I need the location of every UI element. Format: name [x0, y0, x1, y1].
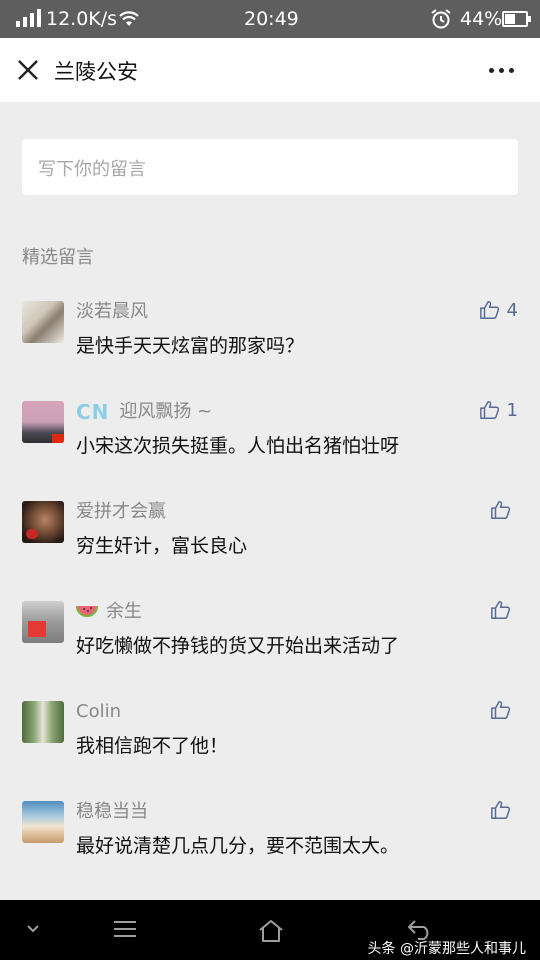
avatar[interactable]	[22, 601, 64, 643]
comment-item: 余生 好吃懒做不挣钱的货又开始出来活动了	[0, 601, 540, 681]
thumbs-up-icon	[479, 301, 499, 319]
like-button[interactable]: 1	[479, 399, 518, 421]
comment-text: 好吃懒做不挣钱的货又开始出来活动了	[76, 635, 400, 657]
avatar[interactable]	[22, 401, 64, 443]
thumbs-up-icon	[479, 401, 499, 419]
comment-text: 是快手天天炫富的那家吗？	[76, 335, 305, 357]
page-title: 兰陵公安	[54, 60, 138, 84]
comment-author[interactable]: Colin	[76, 701, 121, 723]
network-speed: 12.0K/s	[46, 8, 118, 30]
more-options-icon[interactable]	[489, 68, 514, 73]
comment-author[interactable]: 稳稳当当	[76, 801, 148, 823]
thumbs-up-icon	[491, 501, 511, 519]
avatar[interactable]	[22, 801, 64, 843]
nav-bar: 兰陵公安	[0, 38, 540, 102]
cn-badge: CN	[76, 400, 110, 424]
alarm-icon	[431, 9, 451, 29]
comment-author[interactable]: 淡若晨风	[76, 301, 148, 323]
comment-item: 爱拼才会赢 穷生奸计，富长良心	[0, 501, 540, 581]
comment-item: CN 迎风飘扬 ~ 小宋这次损失挺重。人怕出名猪怕壮呀 1	[0, 399, 540, 481]
comment-item: 稳稳当当 最好说清楚几点几分，要不范围太大。	[0, 801, 540, 881]
comment-input[interactable]: 写下你的留言	[22, 139, 518, 195]
comment-author[interactable]: 余生	[106, 601, 142, 623]
battery-icon	[502, 11, 531, 27]
thumbs-up-icon	[491, 601, 511, 619]
like-count: 4	[506, 299, 518, 321]
battery-percent: 44%	[460, 8, 503, 30]
comment-text: 穷生奸计，富长良心	[76, 535, 248, 557]
watermelon-icon	[76, 605, 98, 618]
avatar[interactable]	[22, 701, 64, 743]
chevron-down-icon[interactable]	[24, 918, 42, 938]
comment-text: 最好说清楚几点几分，要不范围太大。	[76, 835, 400, 857]
status-bar: 12.0K/s 20:49 44%	[0, 0, 540, 38]
back-icon[interactable]	[406, 918, 434, 940]
comment-author[interactable]: 爱拼才会赢	[76, 501, 166, 523]
wifi-icon	[119, 11, 139, 26]
comment-author[interactable]: 迎风飘扬 ~	[119, 401, 212, 423]
like-button[interactable]	[490, 599, 518, 621]
clock: 20:49	[244, 8, 299, 30]
close-icon[interactable]	[16, 58, 40, 82]
comment-text: 小宋这次损失挺重。人怕出名猪怕壮呀	[76, 435, 400, 457]
thumbs-up-icon	[491, 701, 511, 719]
comment-item: Colin 我相信跑不了他！	[0, 701, 540, 781]
section-title: 精选留言	[22, 247, 94, 268]
signal-icon	[16, 9, 41, 27]
watermark: 头条 @沂蒙那些人和事儿	[367, 941, 526, 957]
comment-text: 我相信跑不了他！	[76, 735, 229, 757]
menu-icon[interactable]	[112, 918, 138, 940]
like-button[interactable]	[490, 799, 518, 821]
avatar[interactable]	[22, 301, 64, 343]
thumbs-up-icon	[491, 801, 511, 819]
like-button[interactable]	[490, 499, 518, 521]
home-icon[interactable]	[257, 918, 285, 944]
like-button[interactable]: 4	[479, 299, 518, 321]
like-count: 1	[506, 399, 518, 421]
comment-item: 淡若晨风 是快手天天炫富的那家吗？ 4	[0, 299, 540, 381]
like-button[interactable]	[490, 699, 518, 721]
avatar[interactable]	[22, 501, 64, 543]
